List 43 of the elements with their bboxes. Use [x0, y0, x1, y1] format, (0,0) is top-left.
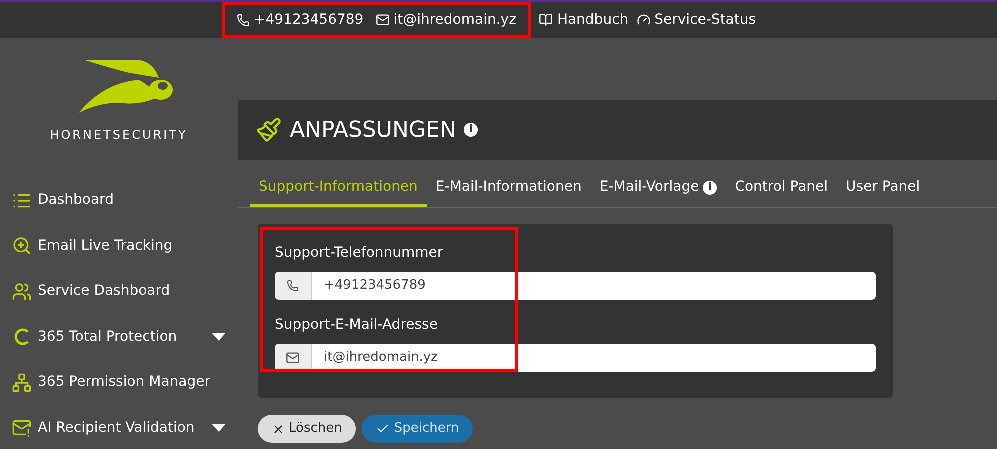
- phone-icon: [237, 14, 250, 26]
- users-icon: [12, 282, 32, 302]
- mail-warning-icon: [12, 418, 32, 438]
- manual-link[interactable]: Handbuch: [539, 10, 629, 30]
- field-label: Support-E-Mail-Adresse: [275, 316, 439, 334]
- sidebar-label: AI Recipient Validation: [38, 418, 196, 438]
- sidebar-label: 365 Total Protection: [38, 328, 178, 347]
- email-link[interactable]: it@ihredomain.yz: [376, 10, 516, 30]
- sidebar-label: 365 Permission Manager: [38, 373, 212, 392]
- service-status-link[interactable]: Service-Status: [636, 10, 756, 30]
- sidebar-label: Service Dashboard: [38, 282, 172, 302]
- info-icon: i: [464, 123, 478, 137]
- sidebar-item[interactable]: AI Recipient Validation: [0, 406, 238, 449]
- sidebar-item[interactable]: Email Live Tracking: [0, 224, 238, 269]
- phone-icon: [287, 280, 299, 292]
- network-icon: [12, 372, 32, 393]
- email-field[interactable]: it@ihredomain.yz: [312, 344, 876, 372]
- info-icon: i: [703, 180, 718, 194]
- phone-field[interactable]: +49123456789: [312, 272, 876, 300]
- clear-button[interactable]: Löschen: [258, 415, 356, 443]
- book-icon: [539, 13, 554, 27]
- tab[interactable]: User Panel: [837, 171, 930, 207]
- tab[interactable]: E-Mail-Informationen: [426, 171, 591, 207]
- sidebar-item[interactable]: 365 Permission Manager: [0, 360, 238, 406]
- save-button[interactable]: Speichern: [362, 415, 474, 443]
- close-icon: [272, 422, 285, 436]
- mail-icon: [286, 351, 300, 365]
- page-title: ANPASSUNGEN: [290, 116, 456, 144]
- sidebar-item[interactable]: Service Dashboard: [0, 269, 238, 314]
- phone-link[interactable]: +49123456789: [237, 10, 364, 30]
- gauge-icon: [636, 13, 651, 27]
- tab[interactable]: Control Panel: [726, 171, 838, 207]
- zoom-in-icon: [12, 236, 32, 256]
- sidebar-label: Email Live Tracking: [38, 236, 174, 256]
- sidebar-item[interactable]: 365 Total Protection: [0, 314, 238, 360]
- sidebar-label: Dashboard: [38, 191, 115, 210]
- tab[interactable]: Support-Informationen: [250, 171, 427, 207]
- paintbrush-icon: [256, 117, 282, 143]
- sidebar-item[interactable]: Dashboard: [0, 178, 238, 224]
- field-label: Support-Telefonnummer: [275, 244, 444, 262]
- tab[interactable]: E-Mail-Vorlage i: [590, 171, 726, 207]
- logo-text: HORNETSECURITY: [50, 127, 188, 144]
- mail-icon: [376, 13, 390, 27]
